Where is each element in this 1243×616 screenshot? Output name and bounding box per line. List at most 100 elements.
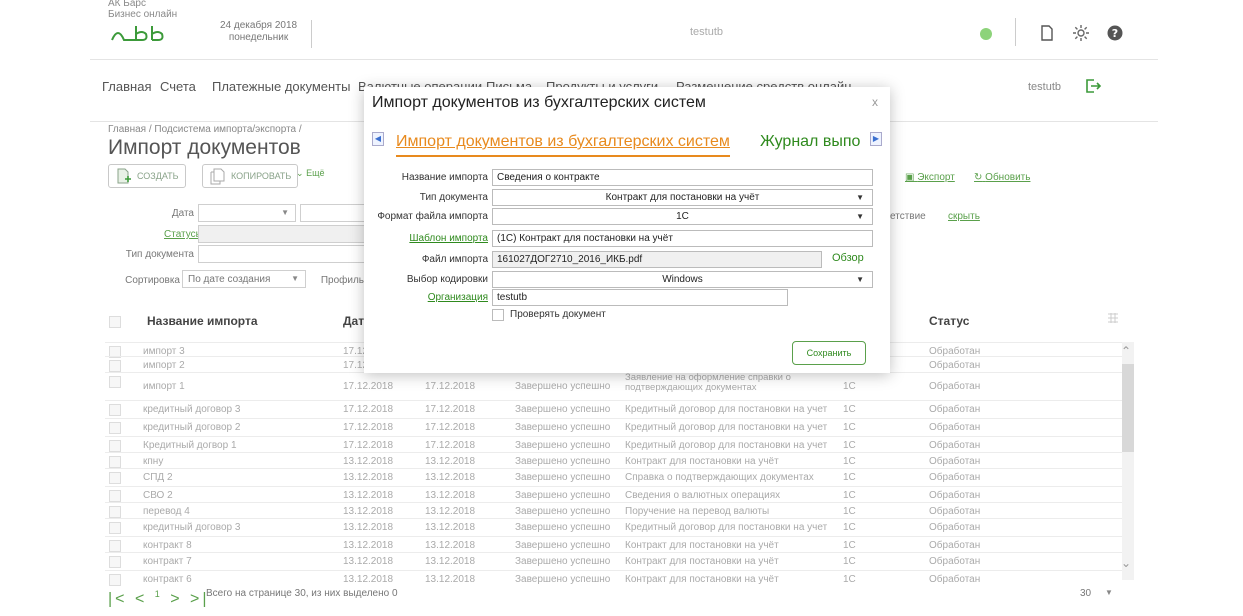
table-row[interactable]: кредитный договор 3 17.12.2018 17.12.2018 З… [105,400,1125,418]
logo-icon[interactable] [108,20,168,46]
doctype-select[interactable]: Контракт для постановки на учёт ▼ [492,189,873,206]
cell-processed: 13.12.2018 [425,490,476,501]
scrollbar-thumb[interactable] [1122,364,1134,452]
encoding-label: Выбор кодировки [406,274,488,285]
table-row[interactable]: СПД 2 13.12.2018 13.12.2018 Завершено успеш… [105,468,1125,486]
cell-result: Завершено успешно [515,522,611,533]
cell-processed: 17.12.2018 [425,440,476,451]
nav-item-payments[interactable]: Платежные документы [212,79,350,94]
template-input[interactable]: (1С) Контракт для постановки на учёт [492,230,873,247]
weekday-text: понедельник [228,32,289,43]
close-icon[interactable]: x [872,95,878,109]
page-size-arrow-icon[interactable]: ▼ [1105,588,1113,597]
doctype-filter-label: Тип документа [125,249,194,260]
copy-button[interactable]: КОПИРОВАТЬ [202,164,299,188]
encoding-select[interactable]: Windows ▼ [492,271,873,288]
date-filter-select[interactable]: ▼ [198,204,296,222]
date-filter-input[interactable] [300,204,366,222]
more-actions-button[interactable]: ⌄ Ещё [296,168,324,179]
breadcrumb[interactable]: Главная / Подсистема импорта/экспорта / [108,124,302,135]
row-checkbox[interactable] [109,456,121,468]
help-icon[interactable]: ? [1106,24,1124,42]
col-header-name[interactable]: Название импорта [147,314,258,328]
page-size-value[interactable]: 30 [1080,588,1091,599]
verify-document-checkbox[interactable] [492,309,504,321]
statuses-filter-box[interactable] [198,225,368,243]
cell-result: Завершено успешно [515,490,611,501]
table-row[interactable]: кредитный договор 2 17.12.2018 17.12.2018 З… [105,418,1125,436]
cell-doc-type: Заявление на оформление справки о подтве… [625,372,791,393]
cell-format: 1C [843,381,856,392]
template-link[interactable]: Шаблон импорта [409,233,488,244]
cell-processed: 13.12.2018 [425,456,476,467]
cell-format: 1C [843,522,856,533]
statuses-link[interactable]: Статусы [164,229,203,240]
tab-import[interactable]: Импорт документов из бухгалтерских систе… [396,133,730,157]
header-user: testutb [690,26,724,38]
row-checkbox[interactable] [109,404,121,416]
row-checkbox[interactable] [109,422,121,434]
row-checkbox[interactable] [109,376,121,388]
table-row[interactable]: кредитный договор 3 13.12.2018 13.12.2018 З… [105,518,1125,536]
tab-journal[interactable]: Журнал выпо [760,133,870,151]
row-checkbox[interactable] [109,490,121,502]
next-page-icon[interactable]: > [170,590,182,607]
logout-icon[interactable] [1084,77,1102,95]
scroll-down-icon[interactable]: ⌄ [1121,556,1131,570]
cell-format: 1C [843,440,856,451]
select-all-checkbox[interactable] [109,316,121,328]
organization-link[interactable]: Организация [428,292,488,303]
tab-scroll-right-icon[interactable]: ▶ [870,132,882,146]
cell-created: 13.12.2018 [343,522,394,533]
doctype-filter-input[interactable] [198,245,368,263]
cell-result: Завершено успешно [515,422,611,433]
browse-button[interactable]: Обзор [832,252,864,264]
date-filter-label: Дата [171,208,194,219]
scroll-up-icon[interactable]: ⌃ [1121,344,1131,358]
row-checkbox[interactable] [109,472,121,484]
cell-format: 1C [843,472,856,483]
organization-input[interactable]: testutb [492,289,788,306]
format-label: Формат файла импорта [377,211,488,222]
file-label: Файл импорта [421,254,488,265]
sort-select[interactable]: По дате создания ▼ [182,270,306,288]
row-checkbox[interactable] [109,360,121,372]
columns-settings-icon[interactable] [1107,312,1119,324]
nav-item-main[interactable]: Главная [102,79,151,94]
cell-created: 13.12.2018 [343,490,394,501]
row-checkbox[interactable] [109,556,121,568]
cell-created: 13.12.2018 [343,472,394,483]
cell-created: 17.12.2018 [343,440,394,451]
format-value: 1C [676,211,689,222]
row-checkbox[interactable] [109,506,121,518]
first-page-icon[interactable]: |< [108,590,128,607]
cell-name: СПД 2 [143,472,173,483]
refresh-link[interactable]: ↻ Обновить [974,172,1030,183]
nav-item-accounts[interactable]: Счета [160,79,196,94]
document-icon[interactable] [1038,24,1056,42]
prev-page-icon[interactable]: < [135,590,147,607]
col-header-status[interactable]: Статус [929,314,969,328]
save-button[interactable]: Сохранить [792,341,866,365]
table-row[interactable]: импорт 1 17.12.2018 17.12.2018 Завершено ус… [105,372,1125,400]
cell-created: 17.12.2018 [343,404,394,415]
cell-created: 13.12.2018 [343,506,394,517]
cell-result: Завершено успешно [515,381,611,392]
header: АК Барс Бизнес онлайн 24 декабря 2018 по… [90,0,1158,60]
create-button-label: СОЗДАТЬ [137,171,179,181]
gear-icon[interactable] [1072,24,1090,42]
format-select[interactable]: 1C ▼ [492,208,873,225]
export-link[interactable]: ▣ Экспорт [905,172,955,183]
sort-label: Сортировка [125,275,180,286]
tab-scroll-left-icon[interactable]: ◀ [372,132,384,146]
file-input[interactable]: 161027ДОГ2710_2016_ИКБ.pdf [492,251,822,268]
cell-status: Обработан [929,360,981,371]
table-row[interactable]: контракт 7 13.12.2018 13.12.2018 Завершено … [105,552,1125,570]
cell-doc-type: Сведения о валютных операциях [625,490,781,501]
hide-filters-link[interactable]: скрыть [948,211,980,222]
row-checkbox[interactable] [109,440,121,452]
import-name-input[interactable]: Сведения о контракте [492,169,873,186]
row-checkbox[interactable] [109,540,121,552]
row-checkbox[interactable] [109,522,121,534]
create-button[interactable]: СОЗДАТЬ [108,164,186,188]
